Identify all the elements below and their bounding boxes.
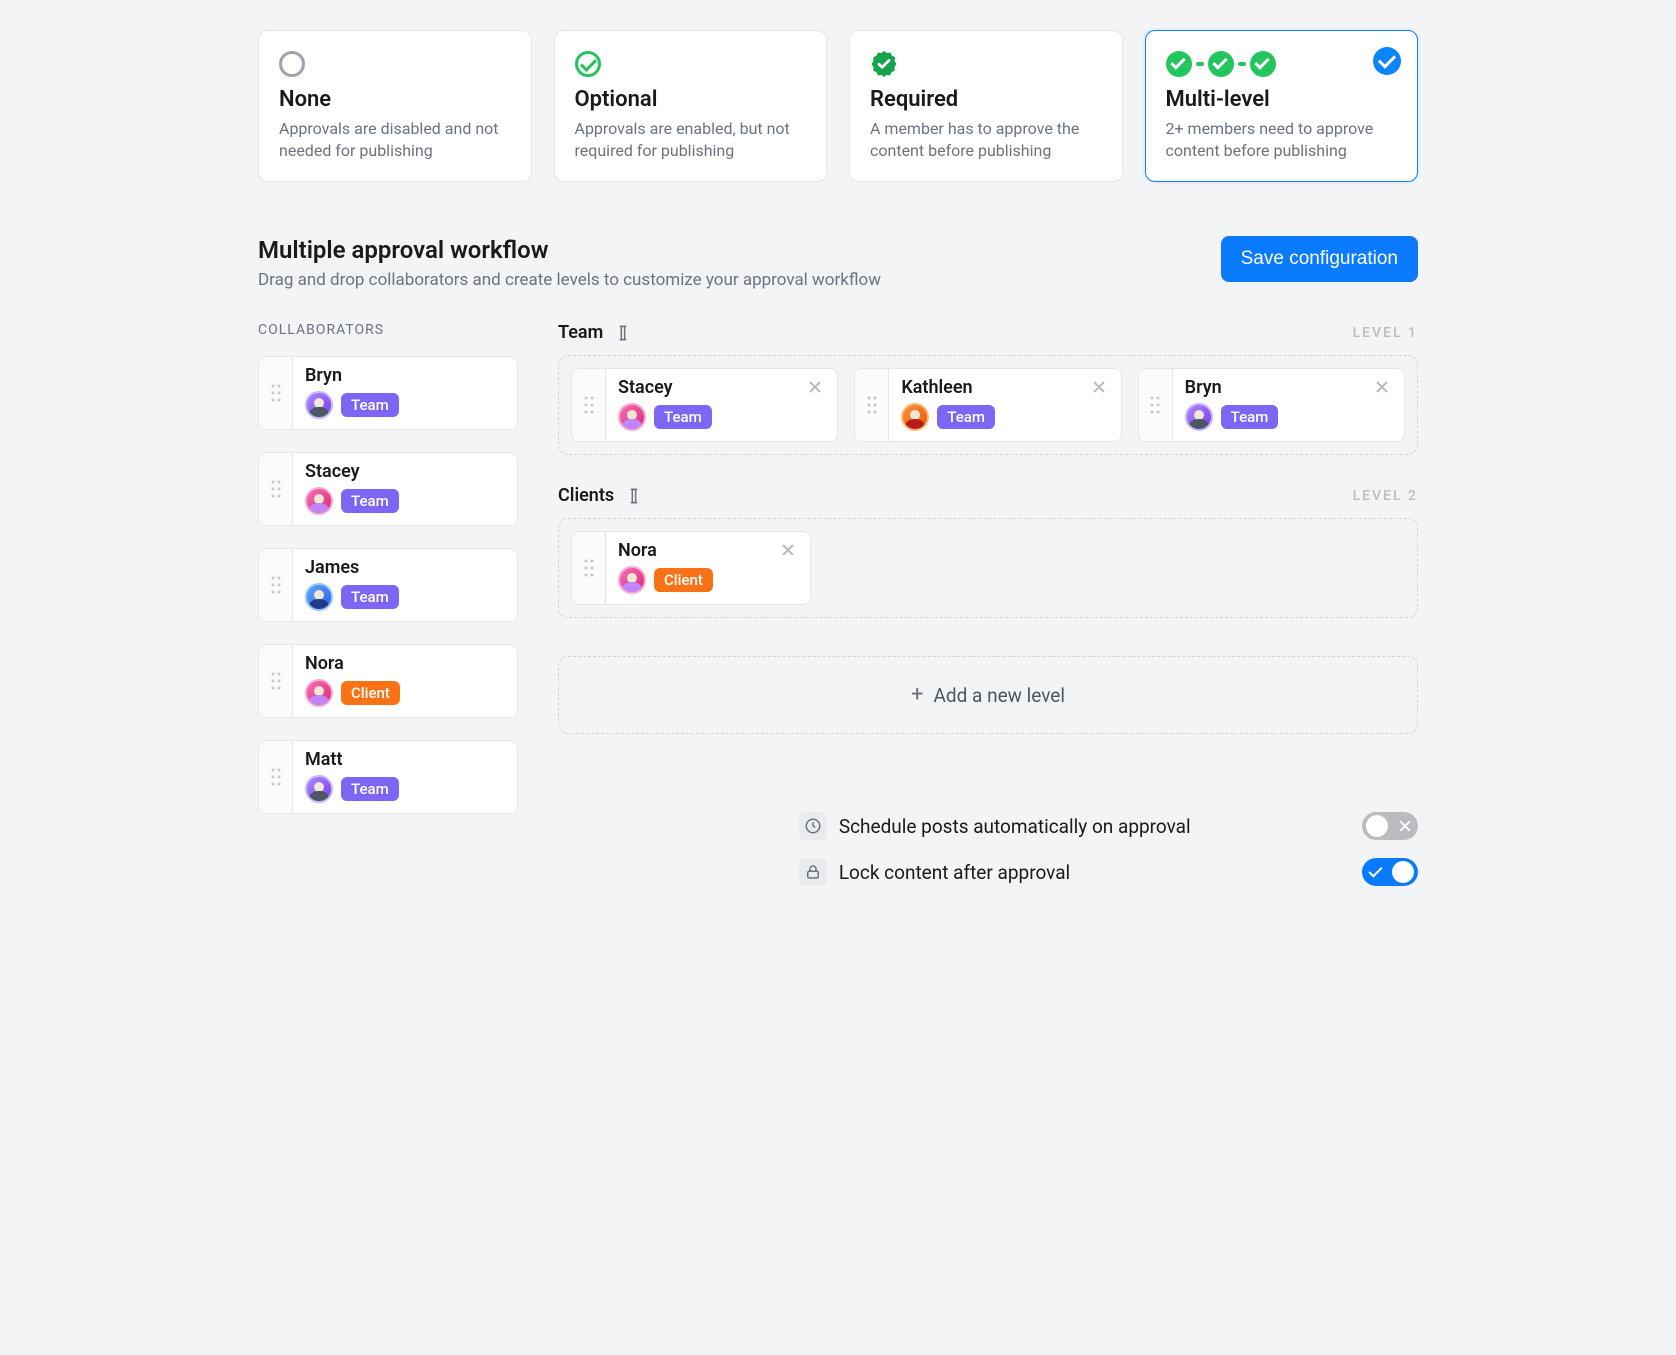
level-card-stacey[interactable]: Stacey Team (571, 368, 838, 442)
member-name: Kathleen (901, 377, 1108, 398)
option-multilevel-desc: 2+ members need to approve content befor… (1166, 118, 1398, 161)
add-level-label: Add a new level (933, 684, 1065, 707)
level-2: Clients LEVEL 2 (558, 485, 1418, 618)
role-tag: Team (341, 393, 399, 417)
level-card-kathleen[interactable]: Kathleen Team (854, 368, 1121, 442)
role-tag: Client (654, 568, 713, 592)
collaborators-heading: COLLABORATORS (258, 322, 518, 338)
avatar (901, 403, 929, 431)
drag-handle-icon[interactable] (259, 549, 293, 621)
circle-icon (279, 51, 305, 77)
workflow-title: Multiple approval workflow (258, 236, 881, 264)
level-name: Clients (558, 485, 614, 506)
level-1: Team LEVEL 1 (558, 322, 1418, 455)
avatar (305, 679, 333, 707)
option-none-desc: Approvals are disabled and not needed fo… (279, 118, 511, 161)
option-required-desc: A member has to approve the content befo… (870, 118, 1102, 161)
clock-icon (799, 812, 827, 840)
remove-member-button[interactable] (807, 379, 827, 399)
setting-lock-content: Lock content after approval (799, 858, 1418, 886)
option-required-card[interactable]: Required A member has to approve the con… (849, 30, 1123, 182)
avatar (305, 583, 333, 611)
collaborator-card-james[interactable]: James Team (258, 548, 518, 622)
role-tag: Team (341, 489, 399, 513)
option-optional-title: Optional (575, 87, 807, 112)
role-tag: Team (1221, 405, 1279, 429)
avatar (305, 391, 333, 419)
add-level-button[interactable]: + Add a new level (558, 656, 1418, 734)
drag-handle-icon[interactable] (259, 357, 293, 429)
collaborator-name: Matt (305, 749, 505, 770)
approval-settings: Schedule posts automatically on approval… (799, 812, 1418, 886)
member-name: Bryn (1185, 377, 1392, 398)
level-card-nora[interactable]: Nora Client (571, 531, 811, 605)
workflow-subtitle: Drag and drop collaborators and create l… (258, 270, 881, 290)
collaborator-card-bryn[interactable]: Bryn Team (258, 356, 518, 430)
drag-handle-icon[interactable] (259, 453, 293, 525)
role-tag: Team (341, 585, 399, 609)
option-multilevel-card[interactable]: Multi-level 2+ members need to approve c… (1145, 30, 1419, 182)
level-label: LEVEL 1 (1353, 325, 1418, 341)
remove-member-button[interactable] (780, 542, 800, 562)
collaborator-name: Nora (305, 653, 505, 674)
member-name: Nora (618, 540, 798, 561)
auto-schedule-toggle[interactable] (1362, 812, 1418, 840)
lock-icon (799, 858, 827, 886)
role-tag: Client (341, 681, 400, 705)
rename-icon[interactable] (624, 486, 644, 506)
option-multilevel-title: Multi-level (1166, 87, 1398, 112)
multi-check-chain-icon (1166, 51, 1276, 77)
option-none-card[interactable]: None Approvals are disabled and not need… (258, 30, 532, 182)
level-1-dropzone[interactable]: Stacey Team (558, 355, 1418, 455)
role-tag: Team (341, 777, 399, 801)
avatar (1185, 403, 1213, 431)
collaborator-card-nora[interactable]: Nora Client (258, 644, 518, 718)
option-none-title: None (279, 87, 511, 112)
setting-label: Lock content after approval (839, 861, 1070, 884)
levels-column: Team LEVEL 1 (558, 322, 1418, 886)
option-optional-desc: Approvals are enabled, but not required … (575, 118, 807, 161)
save-configuration-button[interactable]: Save configuration (1221, 236, 1418, 282)
level-label: LEVEL 2 (1353, 488, 1418, 504)
lock-content-toggle[interactable] (1362, 858, 1418, 886)
avatar (618, 403, 646, 431)
collaborator-card-matt[interactable]: Matt Team (258, 740, 518, 814)
member-name: Stacey (618, 377, 825, 398)
remove-member-button[interactable] (1091, 379, 1111, 399)
level-card-bryn[interactable]: Bryn Team (1138, 368, 1405, 442)
setting-auto-schedule: Schedule posts automatically on approval (799, 812, 1418, 840)
collaborator-card-stacey[interactable]: Stacey Team (258, 452, 518, 526)
verified-badge-icon (870, 50, 898, 78)
check-circle-icon (575, 51, 601, 77)
role-tag: Team (937, 405, 995, 429)
drag-handle-icon[interactable] (259, 741, 293, 813)
collaborator-name: Stacey (305, 461, 505, 482)
option-optional-card[interactable]: Optional Approvals are enabled, but not … (554, 30, 828, 182)
avatar (305, 487, 333, 515)
avatar (305, 775, 333, 803)
drag-handle-icon[interactable] (572, 532, 606, 604)
collaborator-name: Bryn (305, 365, 505, 386)
role-tag: Team (654, 405, 712, 429)
approval-mode-options: None Approvals are disabled and not need… (258, 30, 1418, 182)
collaborators-column: COLLABORATORS Bryn Team (258, 322, 518, 814)
workflow-section-header: Multiple approval workflow Drag and drop… (258, 236, 1418, 290)
plus-icon: + (911, 684, 923, 706)
remove-member-button[interactable] (1374, 379, 1394, 399)
setting-label: Schedule posts automatically on approval (839, 815, 1191, 838)
drag-handle-icon[interactable] (855, 369, 889, 441)
option-required-title: Required (870, 87, 1102, 112)
drag-handle-icon[interactable] (572, 369, 606, 441)
level-name: Team (558, 322, 603, 343)
selected-check-icon (1373, 47, 1401, 75)
level-2-dropzone[interactable]: Nora Client (558, 518, 1418, 618)
rename-icon[interactable] (613, 323, 633, 343)
drag-handle-icon[interactable] (259, 645, 293, 717)
avatar (618, 566, 646, 594)
collaborator-name: James (305, 557, 505, 578)
drag-handle-icon[interactable] (1139, 369, 1173, 441)
